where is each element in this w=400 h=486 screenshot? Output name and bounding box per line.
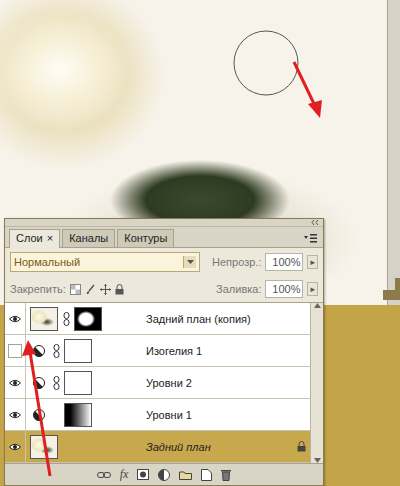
fill-field[interactable]: 100% — [265, 280, 303, 298]
chain-icon — [53, 344, 60, 358]
layers-scrollbar[interactable] — [310, 303, 323, 463]
blend-mode-value[interactable]: Нормальный — [14, 256, 80, 268]
adjustment-slot — [30, 377, 48, 389]
lock-brush-icon[interactable] — [85, 284, 96, 295]
panel-grip[interactable] — [5, 219, 323, 227]
layer-name[interactable]: Уровни 1 — [142, 409, 292, 421]
scroll-up-icon[interactable] — [314, 303, 321, 308]
visibility-cell[interactable] — [5, 399, 26, 430]
link-slot — [51, 376, 61, 390]
eye-icon[interactable] — [9, 315, 21, 323]
lock-label: Закрепить: — [10, 283, 66, 295]
opacity-slider-button[interactable]: ▸ — [307, 255, 318, 269]
tab-label[interactable]: Слои — [16, 232, 43, 244]
layer-name[interactable]: Задний план — [142, 441, 292, 453]
fill-label: Заливка: — [216, 283, 261, 295]
layer-name[interactable]: Задний план (копия) — [142, 313, 292, 325]
layer-row[interactable]: Задний план (копия) — [5, 303, 310, 335]
adjustment-slot — [30, 409, 48, 421]
tab-label[interactable]: Контуры — [124, 232, 167, 244]
layers-toolbar: fx — [5, 463, 323, 485]
red-arrow-icon — [0, 336, 80, 486]
layer-thumbnails — [26, 435, 142, 459]
layer-name[interactable]: Уровни 2 — [142, 377, 292, 389]
adjustment-icon — [33, 345, 45, 357]
layers-list: Задний план (копия) Изогелия 1 Уровни 2 Уро… — [5, 303, 310, 463]
adjustment-icon — [33, 409, 45, 421]
panel-tab[interactable]: Слои × — [9, 229, 60, 248]
panel-tabs: Слои × Каналы Контуры — [5, 227, 323, 248]
layer-row[interactable]: Уровни 1 — [5, 399, 310, 431]
dropdown-arrow-icon[interactable] — [187, 260, 194, 264]
lock-move-icon[interactable] — [100, 284, 111, 295]
visibility-toggle[interactable] — [9, 441, 21, 453]
adjustment-icon — [33, 377, 45, 389]
layer-thumbnails — [26, 403, 142, 427]
layer-thumbnails — [26, 339, 142, 363]
link-slot — [51, 344, 61, 358]
opacity-field[interactable]: 100% — [265, 253, 303, 271]
layer-thumbnail[interactable] — [30, 307, 58, 331]
layers-panel: Слои × Каналы Контуры Нормальный Непрозр.: 100… — [4, 218, 324, 486]
visibility-cell[interactable] — [5, 367, 26, 398]
opacity-label: Непрозр.: — [212, 256, 261, 268]
layers-list-area: Задний план (копия) Изогелия 1 Уровни 2 Уро… — [5, 302, 323, 463]
layer-name[interactable]: Изогелия 1 — [142, 345, 292, 357]
layer-mask-thumbnail[interactable] — [64, 371, 92, 395]
layer-style-button[interactable]: fx — [120, 467, 129, 482]
layer-mask-thumbnail[interactable] — [64, 339, 92, 363]
dropdown-arrow[interactable] — [183, 256, 196, 268]
visibility-cell[interactable] — [5, 303, 26, 334]
new-layer-icon[interactable] — [201, 469, 212, 481]
layer-row[interactable]: Изогелия 1 — [5, 335, 310, 367]
lock-icon — [297, 441, 306, 452]
layer-thumbnails — [26, 307, 142, 331]
eye-icon[interactable] — [9, 411, 21, 419]
link-slot — [61, 312, 71, 326]
lock-row: Закрепить: Заливка: 100% ▸ — [5, 276, 323, 302]
tab-close-button[interactable]: × — [47, 232, 53, 244]
link-layers-icon[interactable] — [97, 471, 111, 479]
menu-icon[interactable] — [303, 233, 317, 243]
panel-menu-button[interactable] — [301, 233, 319, 247]
canvas-scrollbar[interactable] — [387, 0, 400, 305]
layer-thumbnail[interactable] — [30, 435, 58, 459]
layer-row[interactable]: Задний план — [5, 431, 310, 463]
chain-icon — [53, 376, 60, 390]
adjustment-slot — [30, 345, 48, 357]
panel-tab[interactable]: Каналы — [62, 229, 115, 247]
lock-all-icon[interactable] — [115, 284, 124, 295]
layer-thumbnails — [26, 371, 142, 395]
visibility-toggle[interactable] — [9, 409, 21, 421]
lock-slot — [292, 441, 310, 452]
collapse-icon[interactable] — [311, 219, 323, 226]
layer-row[interactable]: Уровни 2 — [5, 367, 310, 399]
visibility-toggle[interactable] — [8, 344, 22, 358]
new-adjustment-icon[interactable] — [158, 469, 170, 481]
trash-icon[interactable] — [221, 469, 231, 481]
layer-mask-thumbnail[interactable] — [74, 307, 102, 331]
visibility-toggle[interactable] — [9, 313, 21, 325]
blend-mode-dropdown[interactable]: Нормальный — [10, 252, 200, 272]
lock-buttons — [70, 284, 124, 295]
eye-icon[interactable] — [9, 443, 21, 451]
lock-transparency-icon[interactable] — [70, 284, 81, 295]
chain-icon — [63, 312, 70, 326]
tab-label[interactable]: Каналы — [69, 232, 108, 244]
add-mask-icon[interactable] — [137, 469, 149, 480]
visibility-toggle[interactable] — [9, 377, 21, 389]
eye-icon[interactable] — [9, 379, 21, 387]
blend-row: Нормальный Непрозр.: 100% ▸ — [5, 248, 323, 276]
new-group-icon[interactable] — [179, 470, 192, 480]
panel-tab[interactable]: Контуры — [117, 229, 174, 247]
visibility-cell[interactable] — [5, 431, 26, 462]
visibility-cell[interactable] — [5, 335, 26, 366]
fill-slider-button[interactable]: ▸ — [307, 282, 318, 296]
layer-mask-thumbnail[interactable] — [64, 403, 92, 427]
